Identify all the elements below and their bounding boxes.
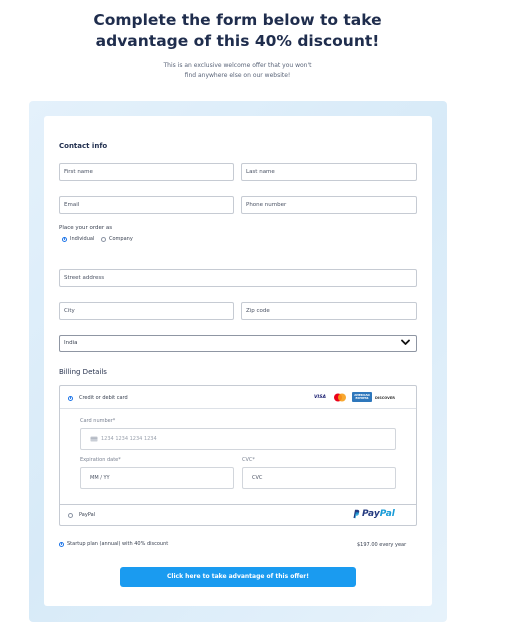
page-title-line-1: Complete the form below to take [93, 11, 382, 29]
page-subtitle-line-1: This is an exclusive welcome offer that … [163, 62, 312, 69]
phone-input[interactable] [241, 196, 417, 214]
country-select[interactable]: India [59, 335, 417, 352]
radio-unselected-icon[interactable] [101, 236, 106, 242]
email-input[interactable] [59, 196, 234, 214]
submit-offer-button[interactable]: Click here to take advantage of this off… [120, 567, 356, 587]
zip-code-input[interactable] [241, 302, 417, 320]
paypal-p-icon [353, 509, 360, 519]
order-as-company-label: Company [109, 236, 133, 242]
payment-card-label: Credit or debit card [79, 395, 128, 401]
street-address-input[interactable] [59, 269, 417, 287]
paypal-logo-pay: Pay [362, 509, 380, 519]
payment-card-option[interactable]: Credit or debit card [68, 395, 128, 401]
discover-icon: DISCOVER [375, 395, 395, 400]
order-as-individual-label: Individual [70, 236, 95, 242]
last-name-input[interactable] [241, 163, 417, 181]
page-subtitle: This is an exclusive welcome offer that … [0, 61, 475, 81]
expiration-date-label: Expiration date* [80, 457, 121, 463]
form-card [44, 116, 432, 606]
contact-info-heading: Contact info [59, 142, 108, 150]
order-as-company-option[interactable]: Company [101, 236, 133, 242]
radio-unselected-icon[interactable] [68, 512, 73, 518]
paypal-logo-pal: Pal [379, 509, 395, 519]
radio-selected-icon[interactable] [68, 395, 73, 401]
payment-methods-box: Credit or debit card VISA AMERICAN EXPRE… [59, 385, 417, 526]
payment-paypal-option[interactable]: PayPal [68, 512, 95, 518]
page-subtitle-line-2: find anywhere else on our website! [184, 72, 291, 79]
plan-option[interactable]: Startup plan (annual) with 40% discount [59, 541, 168, 547]
chevron-down-icon [401, 339, 410, 345]
radio-selected-icon[interactable] [62, 236, 67, 242]
visa-icon: VISA [314, 395, 326, 400]
page-title: Complete the form below to take advantag… [0, 10, 475, 52]
card-icon [90, 436, 98, 441]
card-number-placeholder: 1234 1234 1234 1234 [101, 436, 157, 442]
radio-selected-icon[interactable] [59, 541, 64, 547]
billing-details-heading: Billing Details [59, 368, 107, 376]
order-as-label: Place your order as [59, 225, 113, 231]
divider [60, 504, 416, 505]
country-select-value: India [64, 340, 78, 346]
payment-paypal-label: PayPal [79, 512, 96, 518]
expiration-date-input[interactable] [80, 467, 234, 489]
order-as-individual-option[interactable]: Individual [62, 236, 94, 242]
first-name-input[interactable] [59, 163, 234, 181]
page-title-line-2: advantage of this 40% discount! [95, 32, 380, 50]
cvc-input[interactable] [242, 467, 396, 489]
amex-icon: AMERICAN EXPRESS [352, 392, 372, 402]
mastercard-icon [334, 393, 346, 402]
plan-label: Startup plan (annual) with 40% discount [67, 541, 169, 547]
card-number-input[interactable]: 1234 1234 1234 1234 [80, 428, 396, 450]
city-input[interactable] [59, 302, 234, 320]
paypal-logo-icon: Pay Pal [352, 509, 395, 519]
card-number-label: Card number* [80, 418, 116, 424]
cvc-label: CVC* [242, 457, 255, 463]
plan-price: $197.00 every year [357, 542, 407, 548]
divider [60, 408, 416, 409]
